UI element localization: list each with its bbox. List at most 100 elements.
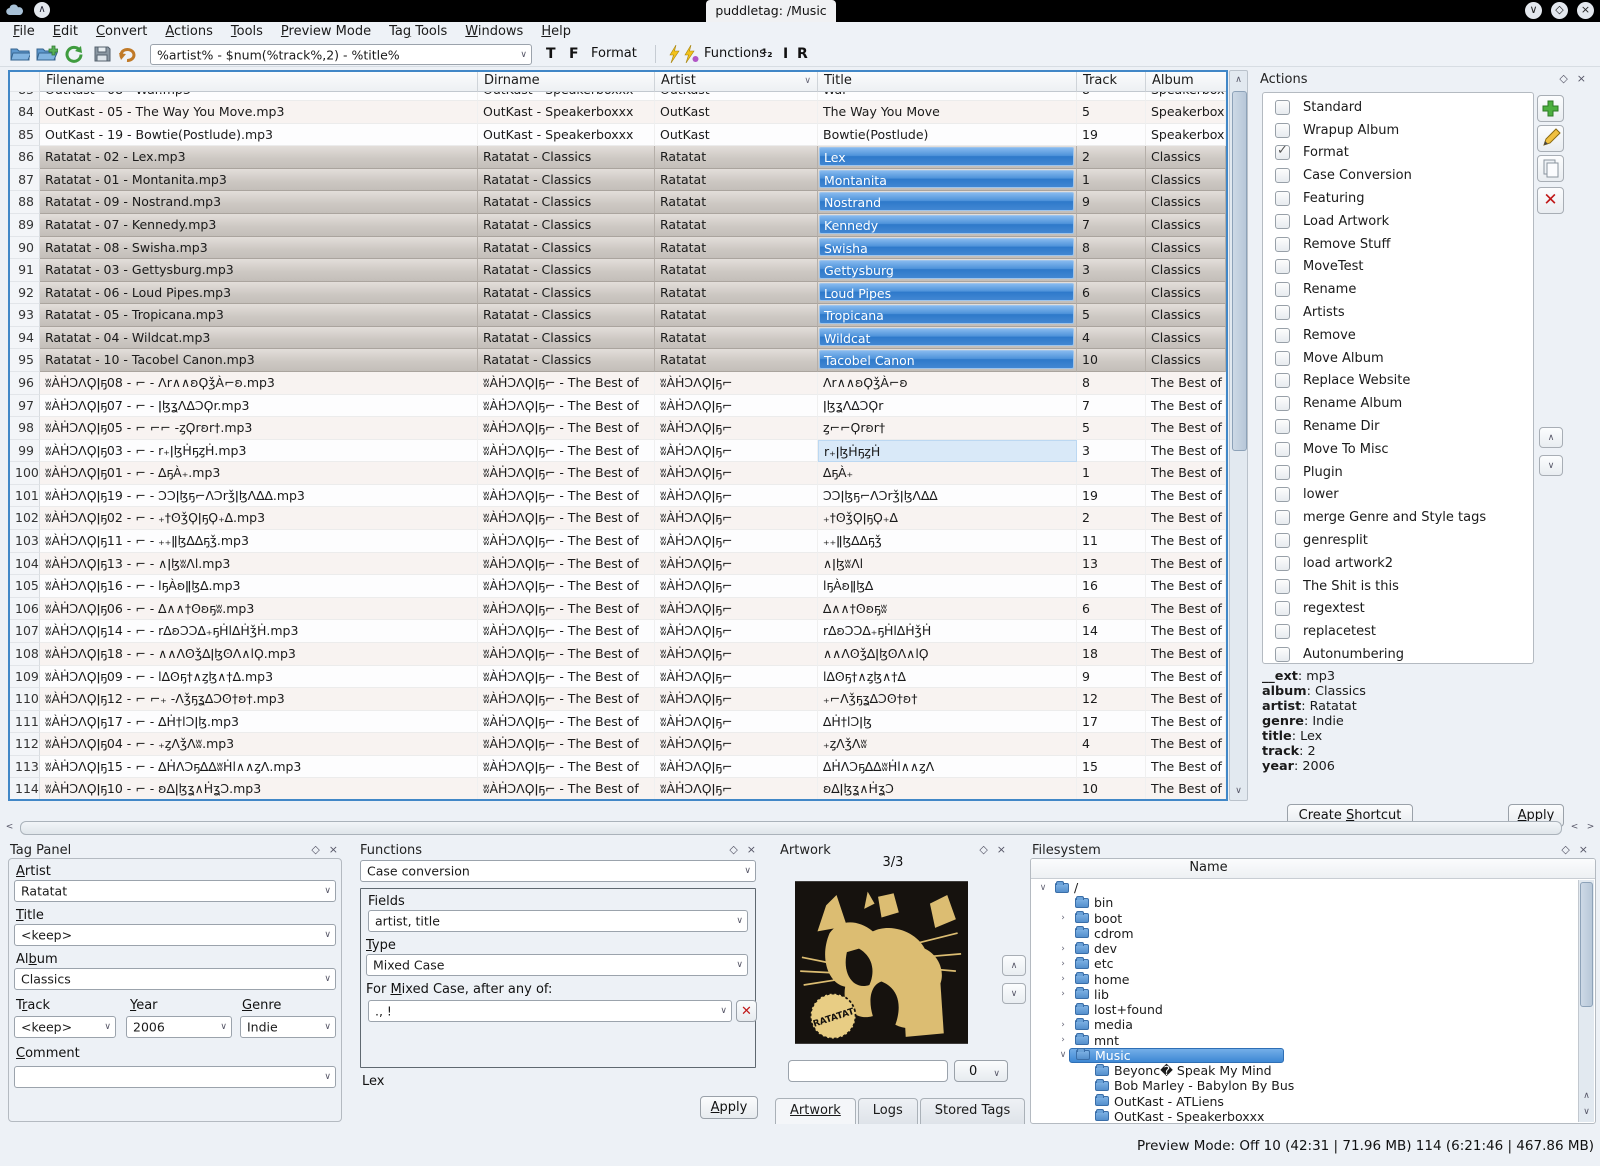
- table-cell[interactable]: ʬÀḢƆΛϘǀҕ⌐: [655, 553, 818, 576]
- table-cell[interactable]: Classics: [1146, 349, 1226, 372]
- table-cell[interactable]: 6: [1077, 598, 1146, 621]
- table-cell[interactable]: War: [818, 92, 1077, 101]
- table-cell[interactable]: 114: [10, 778, 40, 799]
- move-action-up-button[interactable]: ∧: [1539, 427, 1563, 448]
- scroll-up-icon[interactable]: ∧: [1579, 1088, 1594, 1104]
- scroll-right-icon[interactable]: >: [1583, 821, 1598, 835]
- table-cell[interactable]: Ratatat - Classics: [478, 259, 655, 282]
- checkbox-icon[interactable]: [1275, 442, 1290, 457]
- copy-action-button[interactable]: [1537, 155, 1564, 182]
- table-cell[interactable]: 105: [10, 575, 40, 598]
- table-cell[interactable]: OutKast - 05 - The Way You Move.mp3: [40, 101, 478, 124]
- table-cell[interactable]: ʬÀḢƆΛϘǀҕ19 - ⌐ - ƆƆǀɮҕ⌐ΛƆrǯǀɮΛ∆∆.mp3: [40, 485, 478, 508]
- horizontal-scrollbar[interactable]: < < >: [0, 820, 1600, 837]
- table-cell[interactable]: OutKast - Speakerboxxx: [478, 101, 655, 124]
- action-item[interactable]: Wrapup Album: [1263, 119, 1533, 142]
- table-cell[interactable]: The Best of .: [1146, 598, 1226, 621]
- table-cell[interactable]: Ratatat: [655, 146, 818, 169]
- table-cell[interactable]: Tropicana: [818, 304, 1077, 327]
- table-cell[interactable]: ʬÀḢƆΛϘǀҕ06 - ⌐ - ∆∧∧†ʘʚҕʬ.mp3: [40, 598, 478, 621]
- checkbox-icon[interactable]: [1275, 487, 1290, 502]
- table-cell[interactable]: 5: [1077, 304, 1146, 327]
- table-cell[interactable]: Classics: [1146, 191, 1226, 214]
- fs-item[interactable]: ›mnt: [1031, 1033, 1578, 1048]
- table-row[interactable]: 111ʬÀḢƆΛϘǀҕ17 - ⌐ - ∆Ḣ†lƆǀɮ.mp3ʬÀḢƆΛϘǀҕ⌐…: [10, 711, 1226, 734]
- lightning-icon[interactable]: [668, 45, 680, 63]
- table-cell[interactable]: ʬÀḢƆΛϘǀҕ⌐ - The Best of: [478, 462, 655, 485]
- action-item[interactable]: Replace Website: [1263, 370, 1533, 393]
- table-cell[interactable]: 19: [1077, 124, 1146, 147]
- table-cell[interactable]: The Best of .: [1146, 462, 1226, 485]
- table-row[interactable]: 91Ratatat - 03 - Gettysburg.mp3Ratatat -…: [10, 259, 1226, 282]
- table-cell[interactable]: 84: [10, 101, 40, 124]
- table-cell[interactable]: 6: [1077, 282, 1146, 305]
- table-cell[interactable]: The Best of .: [1146, 711, 1226, 734]
- checkbox-icon[interactable]: [1275, 259, 1290, 274]
- table-cell[interactable]: Ratatat - 04 - Wildcat.mp3: [40, 327, 478, 350]
- table-cell[interactable]: 111: [10, 711, 40, 734]
- table-cell[interactable]: 98: [10, 417, 40, 440]
- action-item[interactable]: regextest: [1263, 598, 1533, 621]
- expander-closed-icon[interactable]: ›: [1057, 1020, 1069, 1030]
- close-panel-icon[interactable]: ×: [329, 843, 338, 856]
- expander-open-icon[interactable]: ∨: [1057, 1050, 1069, 1060]
- table-cell[interactable]: 7: [1077, 214, 1146, 237]
- checkbox-icon[interactable]: [1275, 191, 1290, 206]
- table-cell[interactable]: ʬÀḢƆΛϘǀҕ⌐: [655, 756, 818, 779]
- action-item[interactable]: Case Conversion: [1263, 164, 1533, 187]
- title-combo[interactable]: <keep>∨: [14, 924, 336, 946]
- table-cell[interactable]: Ratatat - Classics: [478, 304, 655, 327]
- table-row[interactable]: 90Ratatat - 08 - Swisha.mp3Ratatat - Cla…: [10, 237, 1226, 260]
- table-cell[interactable]: Λr∧∧ʚϘǯÀ⌐ʚ: [818, 372, 1077, 395]
- action-item[interactable]: The Shit is this: [1263, 575, 1533, 598]
- table-cell[interactable]: Ratatat - 07 - Kennedy.mp3: [40, 214, 478, 237]
- table-cell[interactable]: 8: [1077, 92, 1146, 101]
- function-select-combo[interactable]: Case conversion∨: [360, 860, 756, 882]
- table-cell[interactable]: 106: [10, 598, 40, 621]
- table-row[interactable]: 88Ratatat - 09 - Nostrand.mp3Ratatat - C…: [10, 191, 1226, 214]
- action-item[interactable]: Load Artwork: [1263, 210, 1533, 233]
- fs-item[interactable]: ∨Music: [1031, 1048, 1578, 1063]
- table-cell[interactable]: Ratatat - 05 - Tropicana.mp3: [40, 304, 478, 327]
- lightning-dot-icon[interactable]: [684, 45, 699, 63]
- checkbox-icon[interactable]: [1275, 624, 1290, 639]
- column-header-track[interactable]: Track: [1077, 72, 1146, 92]
- table-row[interactable]: 99ʬÀḢƆΛϘǀҕ03 - ⌐ - r₊ǀɮḢҕȥḢ.mp3ʬÀḢƆΛϘǀҕ⌐…: [10, 440, 1226, 463]
- table-cell[interactable]: ʬÀḢƆΛϘǀҕ⌐ - The Best of: [478, 485, 655, 508]
- table-cell[interactable]: Ratatat - Classics: [478, 349, 655, 372]
- filename-to-tag-button[interactable]: F: [569, 46, 579, 62]
- fs-item[interactable]: OutKast - ATLiens: [1031, 1094, 1578, 1109]
- table-cell[interactable]: ∆Ḣ†lƆǀɮ: [818, 711, 1077, 734]
- action-item[interactable]: Move Album: [1263, 347, 1533, 370]
- table-cell[interactable]: 110: [10, 688, 40, 711]
- table-cell[interactable]: ʬÀḢƆΛϘǀҕ⌐: [655, 462, 818, 485]
- table-cell[interactable]: Montanita: [818, 169, 1077, 192]
- table-cell[interactable]: ʬÀḢƆΛϘǀҕ11 - ⌐ - ₊₊ǁɮ∆∆ҕǯ.mp3: [40, 530, 478, 553]
- table-cell[interactable]: OutKast: [655, 124, 818, 147]
- checkbox-icon[interactable]: [1275, 647, 1290, 662]
- table-cell[interactable]: 9: [1077, 666, 1146, 689]
- table-cell[interactable]: ₊†ʘǯϘǀҕϘ₊∆: [818, 507, 1077, 530]
- column-header-filename[interactable]: Filename: [40, 72, 478, 92]
- table-cell[interactable]: 11: [1077, 530, 1146, 553]
- table-cell[interactable]: 85: [10, 124, 40, 147]
- table-cell[interactable]: Ratatat: [655, 191, 818, 214]
- type-combo[interactable]: Mixed Case∨: [366, 954, 748, 976]
- table-row[interactable]: 86Ratatat - 02 - Lex.mp3Ratatat - Classi…: [10, 146, 1226, 169]
- table-cell[interactable]: 93: [10, 304, 40, 327]
- refresh-icon[interactable]: [64, 45, 83, 63]
- table-cell[interactable]: 10: [1077, 349, 1146, 372]
- table-cell[interactable]: The Best of .: [1146, 756, 1226, 779]
- minimize-button[interactable]: ∨: [1525, 2, 1542, 19]
- table-cell[interactable]: 104: [10, 553, 40, 576]
- after-any-of-combo[interactable]: ., !∨: [368, 1000, 732, 1022]
- table-cell[interactable]: ∧∧Λʘǯ∆ǀɮʘΛ∧lϘ: [818, 643, 1077, 666]
- table-cell[interactable]: ʬÀḢƆΛϘǀҕ⌐ - The Best of: [478, 553, 655, 576]
- action-item[interactable]: Plugin: [1263, 461, 1533, 484]
- open-folder-icon[interactable]: [10, 45, 30, 61]
- expander-closed-icon[interactable]: ›: [1057, 974, 1069, 984]
- table-cell[interactable]: 101: [10, 485, 40, 508]
- table-cell[interactable]: Ratatat - Classics: [478, 191, 655, 214]
- table-cell[interactable]: The Best of .: [1146, 688, 1226, 711]
- table-cell[interactable]: Ratatat: [655, 259, 818, 282]
